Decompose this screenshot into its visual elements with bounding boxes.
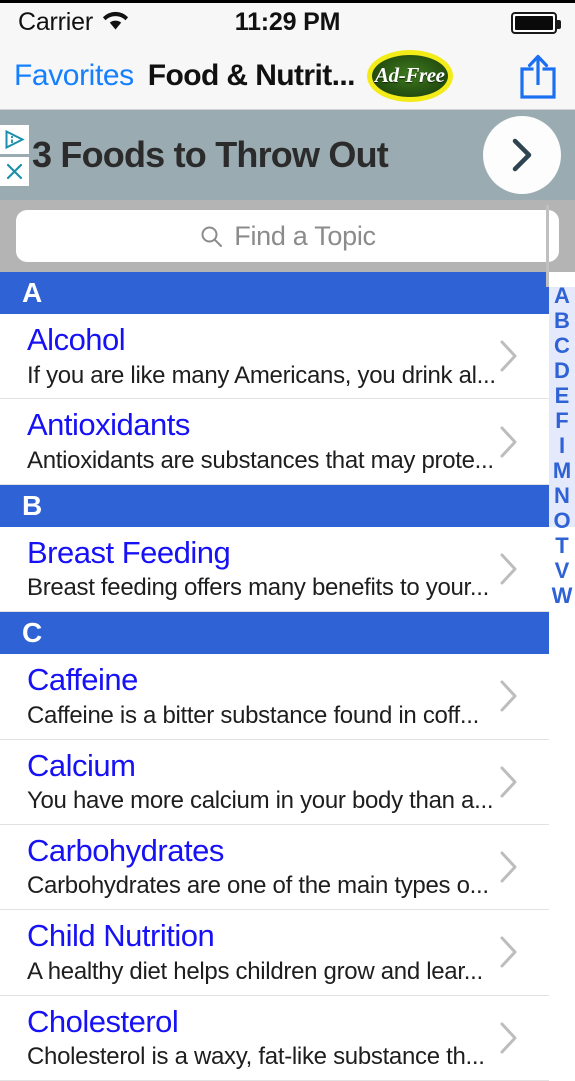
list-item-description: You have more calcium in your body than …: [27, 787, 494, 815]
page-title: Food & Nutrit...: [147, 58, 356, 92]
list-item[interactable]: Alcohol If you are like many Americans, y…: [0, 314, 549, 400]
index-letter-a[interactable]: A: [549, 283, 575, 308]
list-item-title: Carbohydrates: [27, 832, 224, 868]
index-letter-e[interactable]: E: [549, 383, 575, 408]
back-button-favorites[interactable]: Favorites: [14, 59, 134, 93]
status-bar-time: 11:29 PM: [234, 8, 341, 36]
list-item-title: Alcohol: [27, 322, 126, 357]
index-letter-n[interactable]: N: [549, 483, 575, 508]
status-bar-right: [511, 11, 561, 34]
chevron-right-icon: [499, 552, 519, 586]
chevron-right-icon: [499, 850, 519, 884]
index-letter-t[interactable]: T: [549, 533, 575, 558]
section-header-letter: C: [22, 617, 42, 649]
search-icon: [199, 224, 224, 249]
ad-free-badge[interactable]: Ad-Free: [366, 49, 453, 102]
list-item-title: Caffeine: [27, 662, 138, 698]
ad-cta-chevron-right-icon[interactable]: [483, 116, 561, 194]
chevron-right-icon: [499, 679, 519, 713]
list-item-description: Cholesterol is a waxy, fat-like substanc…: [27, 1043, 485, 1071]
section-header-a: A: [0, 272, 549, 314]
topic-list[interactable]: A Alcohol If you are like many Americans, …: [0, 272, 575, 1081]
index-letter-m[interactable]: M: [549, 458, 575, 483]
index-letter-v[interactable]: V: [549, 558, 575, 583]
index-letter-c[interactable]: C: [549, 333, 575, 358]
section-header-b: B: [0, 484, 549, 527]
list-item-title: Breast Feeding: [27, 534, 231, 570]
list-item-title: Child Nutrition: [27, 918, 215, 954]
list-item-description: If you are like many Americans, you drin…: [27, 361, 496, 389]
chevron-right-icon: [499, 935, 519, 969]
search-input[interactable]: Find a Topic: [16, 210, 559, 262]
list-item-title: Calcium: [27, 747, 136, 783]
adchoices-icon[interactable]: [0, 124, 29, 154]
alphabet-index-bar[interactable]: ABCDEFIMNOTVW: [549, 205, 575, 1021]
index-letter-f[interactable]: F: [549, 408, 575, 433]
list-item-description: Breast feeding offers many benefits to y…: [27, 574, 490, 602]
advertisement-banner[interactable]: 3 Foods to Throw Out: [0, 110, 575, 200]
chevron-right-icon: [499, 765, 519, 799]
chevron-right-icon: [499, 425, 519, 459]
list-item-description: Caffeine is a bitter substance found in …: [27, 701, 479, 729]
list-item-description: A healthy diet helps children grow and l…: [27, 957, 483, 985]
battery-full-icon: [511, 11, 561, 34]
index-letter-w[interactable]: W: [549, 583, 575, 608]
list-item[interactable]: Carbohydrates Carbohydrates are one of th…: [0, 824, 549, 911]
list-item-title: Antioxidants: [27, 407, 190, 443]
chevron-right-icon: [499, 1021, 519, 1055]
search-placeholder: Find a Topic: [234, 220, 376, 251]
list-item[interactable]: Antioxidants Antioxidants are substances …: [0, 399, 549, 485]
list-item[interactable]: Calcium You have more calcium in your bod…: [0, 739, 549, 825]
list-item[interactable]: Breast Feeding Breast feeding offers many…: [0, 526, 549, 613]
list-item-description: Carbohydrates are one of the main types …: [27, 872, 489, 900]
index-letter-i[interactable]: I: [549, 433, 575, 458]
section-header-letter: A: [22, 277, 42, 308]
section-header-letter: B: [22, 489, 42, 521]
share-icon[interactable]: [515, 51, 561, 101]
ad-free-label: Ad-Free: [375, 63, 445, 87]
list-item[interactable]: Cholesterol Cholesterol is a waxy, fat-li…: [0, 995, 549, 1081]
ad-controls: [0, 110, 29, 200]
index-letter-d[interactable]: D: [549, 358, 575, 383]
status-bar: Carrier 11:29 PM: [0, 0, 575, 42]
chevron-right-icon: [499, 339, 519, 373]
index-letter-b[interactable]: B: [549, 308, 575, 333]
list-item[interactable]: Child Nutrition A healthy diet helps chil…: [0, 910, 549, 996]
ad-headline: 3 Foods to Throw Out: [32, 134, 389, 175]
list-item[interactable]: Caffeine Caffeine is a bitter substance f…: [0, 654, 549, 740]
list-item-title: Cholesterol: [27, 1003, 179, 1039]
index-letter-o[interactable]: O: [549, 508, 575, 533]
navigation-bar: Favorites Food & Nutrit... Ad-Free: [0, 42, 575, 110]
close-icon[interactable]: [0, 156, 29, 186]
section-header-c: C: [0, 612, 549, 655]
list-item-description: Antioxidants are substances that may pro…: [27, 446, 494, 474]
search-bar-container: Find a Topic: [0, 200, 575, 272]
